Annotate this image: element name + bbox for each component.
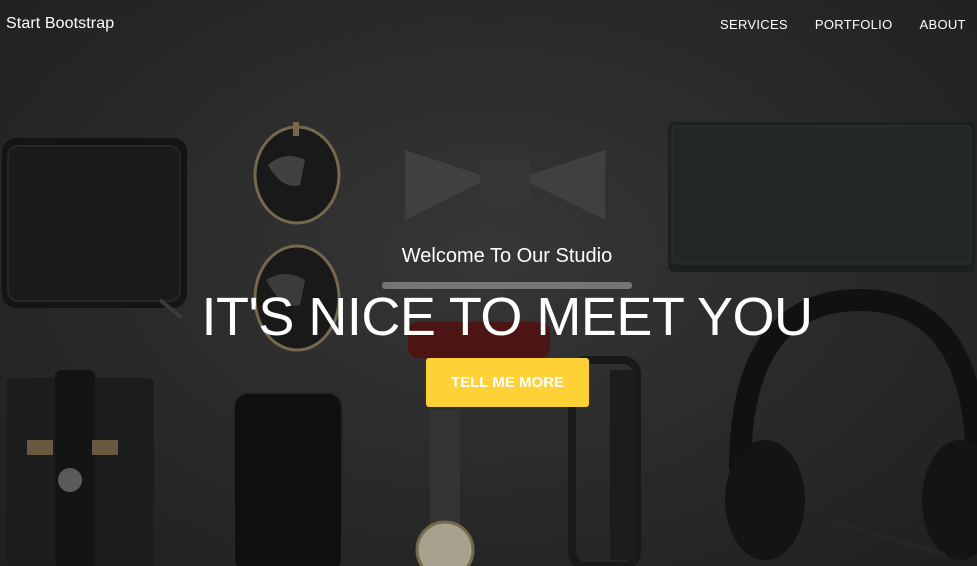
hero-heading: IT'S NICE TO MEET YOU xyxy=(201,287,813,347)
hero-content: Welcome To Our Studio IT'S NICE TO MEET … xyxy=(0,0,977,566)
nav-links: Services Portfolio About T xyxy=(720,17,977,32)
navbar: Start Bootstrap Services Portfolio About… xyxy=(0,0,977,50)
nav-link-portfolio[interactable]: Portfolio xyxy=(815,17,893,32)
tell-me-more-button[interactable]: Tell Me More xyxy=(426,358,589,407)
nav-link-about[interactable]: About xyxy=(920,17,966,32)
nav-link-services[interactable]: Services xyxy=(720,17,788,32)
hero-subheading: Welcome To Our Studio xyxy=(401,245,613,267)
brand-link[interactable]: Start Bootstrap xyxy=(6,15,114,33)
